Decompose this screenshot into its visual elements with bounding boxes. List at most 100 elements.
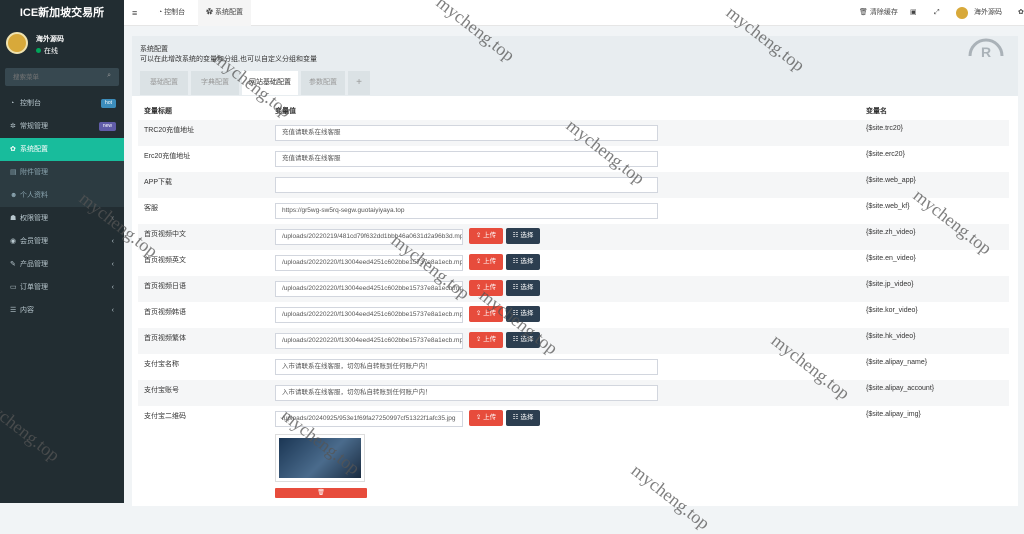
row-value-input[interactable]: 入市请联系在线客服，切勿私自转账到任何账户内！ <box>275 359 658 375</box>
upload-button[interactable]: ⇪ 上传 <box>469 228 503 244</box>
upload-label: 上传 <box>483 310 497 317</box>
menu-toggle-icon[interactable]: ≡ <box>132 0 137 26</box>
avatar[interactable] <box>956 7 968 19</box>
row-value-input[interactable]: https://gr5wg-sw5rq-segw.guotaiyiyaya.to… <box>275 203 658 219</box>
table-row: 首页视频繁体/uploads/20220220/f13004eed4251c60… <box>138 328 1009 354</box>
file-icon: ▤ <box>10 169 17 176</box>
row-value-input[interactable]: /uploads/20220220/f13004eed4251c602bbe15… <box>275 333 463 349</box>
fullscreen-icon[interactable]: ⤢ <box>934 0 940 26</box>
row-value-input[interactable]: 充值请联系在线客服 <box>275 125 658 141</box>
copy-icon[interactable]: ▣ <box>910 0 917 26</box>
row-variable-name: {$site.web_app} <box>866 177 916 184</box>
row-value-input[interactable] <box>275 177 658 193</box>
table-row: 首页视频日语/uploads/20220220/f13004eed4251c60… <box>138 276 1009 302</box>
top-user-name[interactable]: 海外源码 <box>974 0 1002 26</box>
sidebar-item-config[interactable]: ✿ 系统配置 <box>0 138 124 161</box>
sidebar-item-order[interactable]: ▭ 订单管理 ‹ <box>0 276 124 299</box>
sidebar-item-label: 个人资料 <box>20 192 48 199</box>
upload-button[interactable]: ⇪ 上传 <box>469 306 503 322</box>
gear-icon: ✿ <box>206 9 215 16</box>
table-row: 支付宝账号 入市请联系在线客服，切勿私自转账到任何账户内！ {$site.alipa… <box>138 380 1009 406</box>
select-label: 选择 <box>520 232 534 239</box>
sidebar-item-attachment[interactable]: ▤ 附件管理 <box>0 161 124 184</box>
upload-label: 上传 <box>483 336 497 343</box>
row-value-input[interactable]: /uploads/20220220/f13004eed4251c602bbe15… <box>275 281 463 297</box>
tab-dictionary[interactable]: 字典配置 <box>191 71 239 95</box>
upload-label: 上传 <box>483 284 497 291</box>
sidebar-item-label: 订单管理 <box>20 284 48 291</box>
row-label: Erc20充值地址 <box>144 153 191 160</box>
sidebar-item-member[interactable]: ◉ 会员管理 ‹ <box>0 230 124 253</box>
upload-label: 上传 <box>483 258 497 265</box>
add-tab-button[interactable]: + <box>348 71 370 95</box>
sidebar-search: ⌕ <box>5 68 119 86</box>
upload-button[interactable]: ⇪ 上传 <box>469 280 503 296</box>
chevron-left-icon: ‹ <box>111 284 114 291</box>
select-label: 选择 <box>520 414 534 421</box>
row-value-input[interactable]: 入市请联系在线客服，切勿私自转账到任何账户内！ <box>275 385 658 401</box>
select-button[interactable]: ☷ 选择 <box>506 254 540 270</box>
row-variable-name: {$site.en_video} <box>866 255 916 262</box>
chevron-left-icon: ‹ <box>111 261 114 268</box>
sidebar-item-dashboard[interactable]: ◔ 控制台 hot <box>0 92 124 115</box>
sidebar-item-label: 控制台 <box>20 100 41 107</box>
select-button[interactable]: ☷ 选择 <box>506 306 540 322</box>
sidebar: ICE新加坡交易所 海外源码 在线 ⌕ ◔ 控制台 hot ✲ 常规管理 new ✿ 系统… <box>0 0 124 503</box>
tab-basic[interactable]: 基础配置 <box>140 71 188 95</box>
clear-cache-button[interactable]: 🗑 清除缓存 <box>859 0 898 26</box>
select-label: 选择 <box>520 310 534 317</box>
sidebar-item-content[interactable]: ☰ 内容 ‹ <box>0 299 124 322</box>
upload-button[interactable]: ⇪ 上传 <box>469 254 503 270</box>
preview-image <box>279 438 361 478</box>
table-row: 首页视频英文/uploads/20220220/f13004eed4251c60… <box>138 250 1009 276</box>
row-label: APP下载 <box>144 179 173 186</box>
group-icon: ☗ <box>10 215 17 222</box>
tab-config[interactable]: ✿ 系统配置 <box>198 0 251 26</box>
select-button[interactable]: ☷ 选择 <box>506 410 540 426</box>
row-variable-name: {$site.alipay_account} <box>866 385 935 392</box>
user-name: 海外源码 <box>36 36 64 43</box>
upload-button[interactable]: ⇪ 上传 <box>469 332 503 348</box>
sidebar-item-product[interactable]: ✎ 产品管理 ‹ <box>0 253 124 276</box>
user-status: 在线 <box>36 46 58 56</box>
settings-icon[interactable]: ✿ <box>1018 0 1024 26</box>
sidebar-item-general[interactable]: ✲ 常规管理 new <box>0 115 124 138</box>
table-row: APP下载 {$site.web_app} <box>138 172 1009 198</box>
tab-label: 控制台 <box>164 9 186 16</box>
select-button[interactable]: ☷ 选择 <box>506 280 540 296</box>
row-value-input[interactable]: /uploads/20240925/953e1f69fa27250997cf51… <box>275 411 463 427</box>
list-icon: ☰ <box>10 307 17 314</box>
row-value-input[interactable]: /uploads/20220220/f13004eed4251c602bbe15… <box>275 307 463 323</box>
row-label: 首页视频繁体 <box>144 335 186 342</box>
trash-icon: 🗑 <box>859 9 870 16</box>
row-value-input[interactable]: /uploads/20220220/f13004eed4251c602bbe15… <box>275 255 463 271</box>
tab-website[interactable]: 网站基础配置 <box>242 71 298 95</box>
search-icon[interactable]: ⌕ <box>107 72 111 80</box>
row-variable-name: {$site.web_kf} <box>866 203 910 210</box>
row-value-input[interactable]: /uploads/20220219/481cd79f632dd1bbb46a06… <box>275 229 463 245</box>
sidebar-item-label: 会员管理 <box>20 238 48 245</box>
col-header-value: 变量值 <box>275 108 296 115</box>
row-label: 首页视频韩语 <box>144 309 186 316</box>
tab-dashboard[interactable]: ◔ 控制台 <box>150 0 193 26</box>
svg-text:R: R <box>981 44 991 58</box>
sidebar-item-auth[interactable]: ☗ 权限管理 ‹ <box>0 207 124 230</box>
upload-button[interactable]: ⇪ 上传 <box>469 410 503 426</box>
sidebar-item-label: 常规管理 <box>20 123 48 130</box>
row-value-input[interactable]: 充值请联系在线客服 <box>275 151 658 167</box>
search-input[interactable] <box>5 68 100 86</box>
select-label: 选择 <box>520 284 534 291</box>
cart-icon: ▭ <box>10 284 17 291</box>
select-button[interactable]: ☷ 选择 <box>506 228 540 244</box>
row-variable-name: {$site.trc20} <box>866 125 903 132</box>
table-row: TRC20充值地址 充值请联系在线客服 {$site.trc20} <box>138 120 1009 146</box>
cogs-icon: ✲ <box>10 123 16 130</box>
select-button[interactable]: ☷ 选择 <box>506 332 540 348</box>
delete-image-button[interactable]: 🗑 <box>275 488 367 498</box>
user-status-text: 在线 <box>44 48 58 55</box>
row-variable-name: {$site.alipay_img} <box>866 411 921 418</box>
tab-params[interactable]: 参数配置 <box>301 71 345 95</box>
sidebar-menu: ◔ 控制台 hot ✲ 常规管理 new ✿ 系统配置 ▤ 附件管理 ☻ 个人资料 ☗ 权限管理… <box>0 92 124 322</box>
sidebar-item-profile[interactable]: ☻ 个人资料 <box>0 184 124 207</box>
select-label: 选择 <box>520 336 534 343</box>
